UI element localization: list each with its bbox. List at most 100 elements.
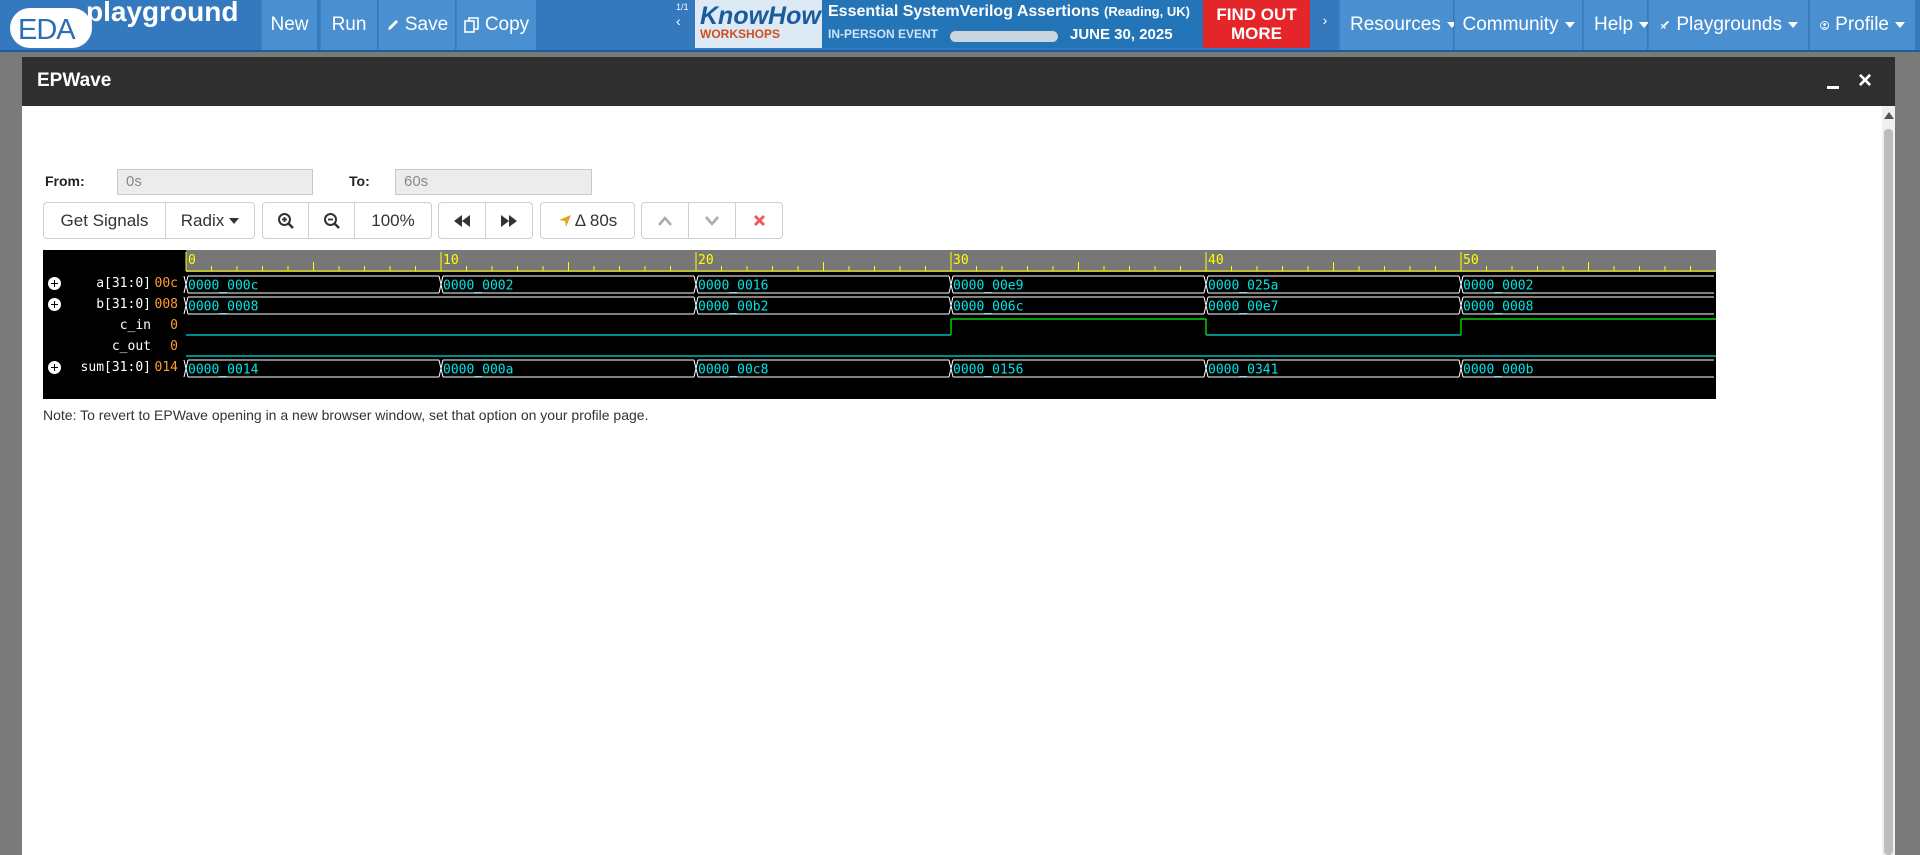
bus-value-label: 0000_0016: [698, 279, 768, 294]
ruler-label: 40: [1208, 253, 1224, 268]
knowhow-logo: KnowHow WORKSHOPS: [695, 0, 822, 48]
bus-value-label: 0000_0014: [188, 363, 259, 378]
zoom-out-icon: [323, 212, 340, 229]
epwave-modal: EPWave × From: 0s To: 60s Get Signals Ra…: [22, 57, 1895, 855]
top-navbar: EDA playground New Run Save Copy 1/1 ‹ K…: [0, 0, 1920, 52]
copy-icon: [464, 17, 479, 33]
ad-cta-line2: MORE: [1231, 24, 1282, 43]
bus-value-label: 0000_00e7: [1208, 300, 1278, 315]
delete-signal-button[interactable]: [736, 203, 782, 238]
page-background-right: [1895, 50, 1920, 855]
playgrounds-label: Playgrounds: [1676, 14, 1782, 35]
copy-button[interactable]: Copy: [456, 0, 536, 50]
copy-label: Copy: [484, 14, 530, 35]
caret-down-icon: [1564, 22, 1575, 28]
move-up-button[interactable]: [642, 203, 689, 238]
signal-order-button-group: [641, 202, 783, 239]
logo-eda-text: EDA: [18, 14, 76, 46]
to-input[interactable]: 60s: [395, 169, 592, 195]
fast-backward-icon: [454, 214, 470, 227]
bus-value-label: 0000_0008: [1463, 300, 1533, 315]
resources-menu[interactable]: Resources: [1339, 0, 1457, 50]
ad-headline: Essential SystemVerilog Assertions: [828, 3, 1100, 20]
ad-prev-icon[interactable]: ‹: [676, 13, 681, 29]
playgrounds-menu[interactable]: Playgrounds: [1648, 0, 1808, 50]
location-arrow-icon: [558, 214, 571, 227]
ad-next-icon[interactable]: ›: [1314, 12, 1336, 36]
rewind-button[interactable]: [439, 203, 486, 238]
ruler-label: 30: [953, 253, 969, 268]
fast-forward-icon: [501, 214, 517, 227]
forward-button[interactable]: [486, 203, 532, 238]
zoom-level[interactable]: 100%: [355, 203, 431, 238]
ad-headline-line: Essential SystemVerilog Assertions (Read…: [828, 3, 1190, 21]
save-button[interactable]: Save: [378, 0, 455, 50]
waveform-canvas[interactable]: 0 10 20 30 40 50 0000_000c 0000_0002 0000_0016 00…: [43, 250, 1716, 399]
ruler-label: 20: [698, 253, 714, 268]
radix-dropdown[interactable]: Radix: [166, 203, 254, 238]
run-button[interactable]: Run: [320, 0, 377, 50]
bus-value-label: 0000_00c8: [698, 363, 768, 378]
delta-button[interactable]: Δ 80s: [541, 203, 634, 238]
profile-label: Profile: [1835, 14, 1889, 35]
bus-value-label: 0000_025a: [1208, 279, 1278, 294]
help-menu[interactable]: Help: [1583, 0, 1650, 50]
bus-value-label: 0000_0156: [953, 363, 1023, 378]
rocket-icon: [1660, 20, 1669, 30]
move-down-button[interactable]: [689, 203, 736, 238]
to-label: To:: [349, 173, 370, 189]
ruler-label: 10: [443, 253, 459, 268]
get-signals-button[interactable]: Get Signals: [44, 203, 166, 238]
page-background-left: [0, 50, 22, 855]
bus-value-label: 0000_0341: [1208, 363, 1278, 378]
bus-value-label: 0000_006c: [953, 300, 1023, 315]
modal-title: EPWave: [37, 70, 112, 91]
ad-counter: 1/1: [676, 2, 689, 12]
zoom-out-button[interactable]: [309, 203, 355, 238]
caret-down-icon: [229, 217, 240, 224]
scroll-thumb[interactable]: [1884, 129, 1893, 855]
bus-value-label: 0000_000c: [188, 279, 258, 294]
bus-value-label: 0000_00b2: [698, 300, 768, 315]
caret-down-icon: [1895, 22, 1905, 28]
resources-label: Resources: [1350, 14, 1441, 35]
delta-label: Δ 80s: [574, 210, 618, 230]
chevron-up-icon: [658, 215, 672, 226]
help-label: Help: [1594, 14, 1634, 35]
pencil-icon: [387, 20, 398, 30]
ad-event-type: IN-PERSON EVENT: [828, 27, 939, 41]
ad-cta-line1: FIND OUT: [1216, 5, 1297, 24]
navigate-button-group: [438, 202, 533, 239]
modal-scrollbar[interactable]: [1882, 106, 1895, 855]
ruler-label: 50: [1463, 253, 1479, 268]
radix-label: Radix: [180, 210, 225, 230]
bus-value-label: 0000_0002: [1463, 279, 1533, 294]
new-button[interactable]: New: [261, 0, 317, 50]
new-label: New: [270, 14, 309, 35]
chevron-down-icon: [705, 215, 719, 226]
waveform-viewer[interactable]: a[31:0] 00c b[31:0] 008 c_in 0 c_out 0 sum[31:0]…: [43, 250, 1716, 399]
ad-location: (Reading, UK): [1103, 4, 1190, 19]
zoom-button-group: 100%: [262, 202, 432, 239]
minimize-icon[interactable]: [1825, 71, 1841, 91]
user-circle-icon: [1820, 20, 1830, 30]
community-menu[interactable]: Community: [1454, 0, 1582, 50]
logo-playground-text: playground: [86, 0, 239, 27]
ruler-label: 0: [188, 253, 196, 268]
bus-value-label: 0000_0002: [443, 279, 513, 294]
scroll-up-icon[interactable]: [1884, 112, 1894, 119]
save-label: Save: [404, 14, 449, 35]
community-label: Community: [1462, 14, 1559, 35]
from-input[interactable]: 0s: [117, 169, 313, 195]
caret-down-icon: [1788, 22, 1798, 28]
ad-banner[interactable]: KnowHow WORKSHOPS Essential SystemVerilo…: [695, 0, 1310, 48]
bus-value-label: 0000_0008: [188, 300, 258, 315]
delete-icon: [753, 214, 765, 227]
modal-header: EPWave ×: [22, 57, 1895, 106]
ad-find-out-more-button[interactable]: FIND OUT MORE: [1203, 0, 1310, 48]
revert-note: Note: To revert to EPWave opening in a n…: [43, 407, 649, 423]
close-icon[interactable]: ×: [1858, 67, 1872, 95]
zoom-in-button[interactable]: [263, 203, 309, 238]
zoom-in-icon: [277, 212, 294, 229]
profile-menu[interactable]: Profile: [1809, 0, 1915, 50]
